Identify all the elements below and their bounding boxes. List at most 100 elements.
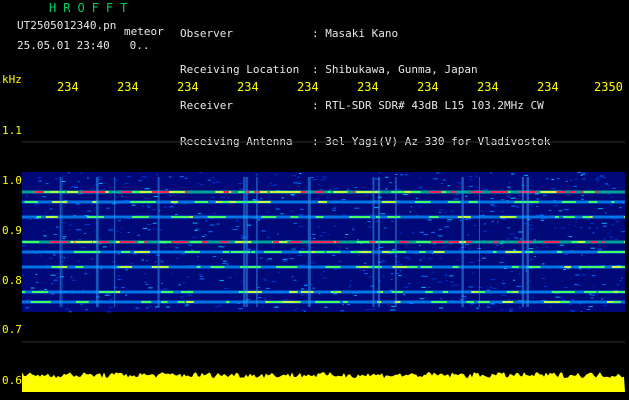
noise-speck — [168, 176, 172, 178]
signal-segment — [169, 191, 185, 193]
signal-segment — [356, 241, 370, 243]
noise-speck — [438, 228, 443, 230]
noise-speck — [402, 193, 408, 195]
noise-speck — [391, 306, 396, 308]
noise-speck — [342, 214, 346, 216]
noise-speck — [601, 222, 607, 224]
noise-speck — [51, 293, 55, 295]
signal-segment — [403, 191, 409, 193]
noise-speck — [291, 195, 295, 197]
meteor-streak — [114, 177, 116, 307]
noise-speck — [614, 218, 617, 220]
signal-segment — [121, 191, 134, 193]
info-label-observer: Observer — [180, 27, 233, 40]
noise-speck — [363, 269, 366, 271]
meteor-streak — [256, 177, 258, 307]
noise-speck — [511, 205, 516, 207]
noise-speck — [334, 225, 337, 227]
meteor-streak — [307, 177, 311, 307]
noise-speck — [43, 235, 47, 237]
noise-speck — [316, 176, 319, 178]
noise-speck — [72, 185, 78, 187]
signal-segment — [598, 291, 615, 293]
noise-speck — [179, 176, 185, 178]
signal-segment — [465, 241, 473, 243]
noise-speck — [516, 285, 522, 287]
noise-speck — [71, 279, 77, 281]
meteor-streak — [372, 177, 375, 307]
noise-speck — [121, 287, 125, 289]
signal-segment — [22, 291, 26, 293]
noise-speck — [473, 225, 477, 227]
signal-segment — [343, 301, 348, 303]
noise-speck — [425, 275, 428, 277]
signal-segment — [161, 301, 168, 303]
noise-speck — [180, 296, 184, 298]
noise-speck — [345, 247, 349, 249]
noise-speck — [501, 282, 506, 284]
noise-speck — [293, 222, 298, 224]
noise-speck — [458, 297, 461, 299]
noise-speck — [260, 257, 263, 259]
signal-segment — [75, 266, 84, 268]
signal-segment — [561, 201, 576, 203]
noise-speck — [534, 256, 536, 258]
noise-speck — [429, 286, 431, 288]
signal-segment — [99, 291, 112, 293]
noise-speck — [341, 199, 347, 201]
noise-speck — [99, 238, 101, 240]
noise-speck — [30, 287, 35, 289]
signal-segment — [57, 191, 66, 193]
noise-speck — [328, 234, 330, 236]
noise-speck — [410, 206, 413, 208]
signal-segment — [335, 241, 340, 243]
noise-speck — [252, 199, 256, 201]
noise-speck — [284, 299, 289, 301]
noise-speck — [291, 276, 294, 278]
signal-segment — [350, 251, 359, 253]
noise-speck — [455, 193, 461, 195]
noise-speck — [448, 243, 453, 245]
noise-speck — [444, 211, 447, 213]
signal-segment — [452, 266, 459, 268]
noise-speck — [62, 236, 67, 238]
noise-speck — [130, 262, 133, 264]
signal-segment — [80, 301, 86, 303]
noise-speck — [56, 273, 59, 275]
noise-speck — [422, 257, 425, 259]
noise-speck — [239, 188, 241, 190]
noise-speck — [501, 294, 506, 296]
noise-speck — [506, 195, 510, 197]
noise-speck — [120, 232, 123, 234]
noise-speck — [293, 279, 297, 281]
noise-speck — [438, 281, 444, 283]
noise-speck — [575, 274, 580, 276]
noise-speck — [436, 172, 440, 174]
noise-speck — [212, 256, 217, 258]
signal-segment — [290, 216, 299, 218]
noise-speck — [292, 175, 296, 177]
noise-speck — [509, 310, 513, 312]
signal-segment — [30, 301, 48, 303]
noise-speck — [47, 204, 49, 206]
noise-speck — [604, 183, 608, 185]
noise-speck — [365, 309, 370, 311]
noise-speck — [553, 227, 557, 229]
noise-speck — [581, 173, 585, 175]
noise-speck — [126, 176, 132, 178]
signal-segment — [355, 266, 360, 268]
noise-speck — [480, 210, 483, 212]
noise-speck — [213, 212, 216, 214]
noise-speck — [51, 283, 53, 285]
noise-speck — [49, 257, 53, 259]
noise-speck — [108, 229, 114, 231]
noise-speck — [616, 284, 620, 286]
y-tick-label: 0.6 — [2, 374, 22, 387]
signal-segment — [430, 241, 439, 243]
noise-speck — [570, 179, 573, 181]
noise-speck — [542, 194, 547, 196]
noise-speck — [63, 238, 66, 240]
noise-speck — [135, 307, 140, 309]
noise-speck — [507, 227, 511, 229]
noise-speck — [490, 197, 494, 199]
